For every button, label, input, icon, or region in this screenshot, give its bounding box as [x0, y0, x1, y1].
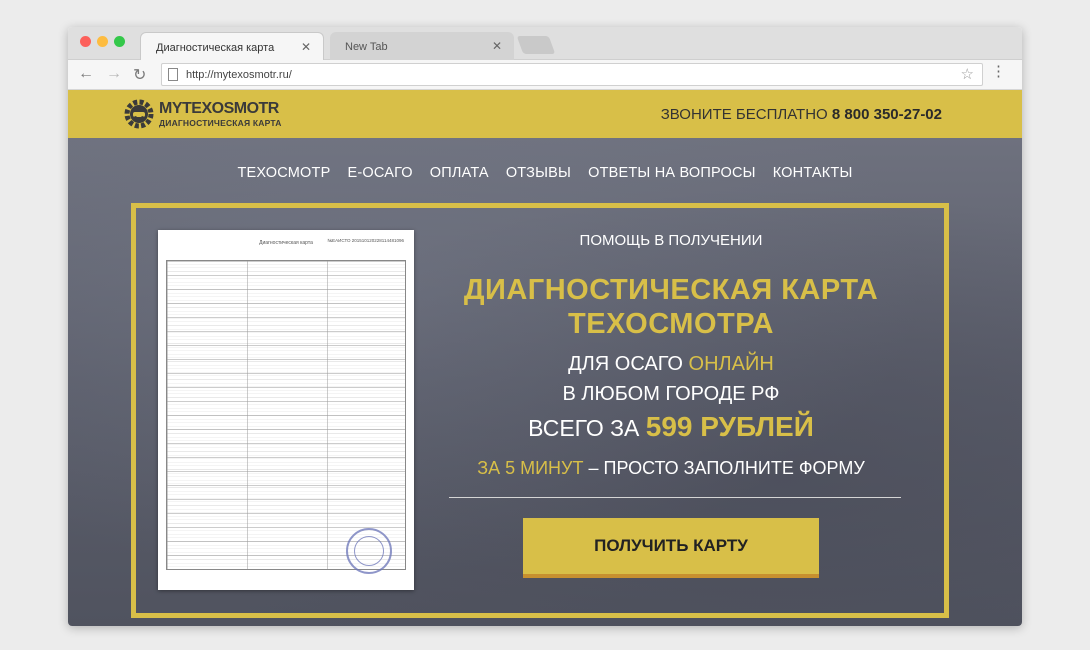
minimize-window-button[interactable]: [97, 36, 108, 47]
phone-label: ЗВОНИТЕ БЕСПЛАТНО: [660, 106, 828, 123]
price-prefix: ВСЕГО ЗА: [528, 415, 640, 441]
main-nav: ТЕХОСМОТР Е-ОСАГО ОПЛАТА ОТЗЫВЫ ОТВЕТЫ Н…: [68, 165, 1022, 181]
url-text[interactable]: http://mytexosmotr.ru/: [186, 69, 292, 81]
nav-item-e-osago[interactable]: Е-ОСАГО: [347, 165, 412, 181]
logo-title[interactable]: MYTEXOSMOTR: [159, 100, 279, 118]
browser-toolbar: ← → ↻ http://mytexosmotr.ru/ ☆ ⋮: [68, 60, 1022, 90]
logo-gear-icon[interactable]: [124, 99, 154, 129]
tab-label: New Tab: [345, 41, 388, 53]
tab-close-icon[interactable]: ✕: [492, 39, 502, 53]
hero-time-line: ЗА 5 МИНУТ – ПРОСТО ЗАПОЛНИТЕ ФОРМУ: [441, 458, 901, 479]
tab-new-tab[interactable]: New Tab ✕: [330, 32, 514, 60]
reload-icon[interactable]: ↻: [133, 65, 146, 85]
tab-diagnostic-card[interactable]: Диагностическая карта ✕: [140, 32, 324, 60]
price-highlight: 599 РУБЛЕЙ: [645, 411, 814, 442]
page-icon: [168, 68, 178, 81]
tab-label: Диагностическая карта: [156, 42, 275, 54]
hero-title-line2: ТЕХОСМОТРА: [568, 308, 774, 340]
hero-section: ТЕХОСМОТР Е-ОСАГО ОПЛАТА ОТЗЫВЫ ОТВЕТЫ Н…: [68, 138, 1022, 626]
time-suffix: – ПРОСТО ЗАПОЛНИТЕ ФОРМУ: [588, 458, 865, 478]
back-arrow-icon[interactable]: ←: [78, 65, 94, 83]
phone-info: ЗВОНИТЕ БЕСПЛАТНО 8 800 350-27-02: [661, 106, 942, 123]
time-highlight: ЗА 5 МИНУТ: [477, 458, 584, 478]
get-card-button[interactable]: ПОЛУЧИТЬ КАРТУ: [523, 518, 819, 578]
stamp-seal: [346, 528, 392, 574]
logo-subtitle: ДИАГНОСТИЧЕСКАЯ КАРТА: [159, 118, 282, 128]
browser-window: Диагностическая карта ✕ New Tab ✕ ← → ↻ …: [68, 27, 1022, 626]
maximize-window-button[interactable]: [114, 36, 125, 47]
hero-pretitle: ПОМОЩЬ В ПОЛУЧЕНИИ: [579, 232, 763, 249]
document-number: №ЕАИСТО 201510120228114481096: [327, 238, 404, 243]
tab-close-icon[interactable]: ✕: [301, 40, 311, 54]
hero-frame: №ЕАИСТО 201510120228114481096 Диагностич…: [131, 203, 949, 618]
phone-number[interactable]: 8 800 350-27-02: [832, 106, 942, 123]
browser-menu-icon[interactable]: ⋮: [991, 64, 1006, 79]
hero-price-line: ВСЕГО ЗА 599 РУБЛЕЙ: [441, 411, 901, 443]
nav-item-techosmotr[interactable]: ТЕХОСМОТР: [237, 165, 330, 181]
hero-divider: [449, 497, 901, 498]
hero-osago-line: ДЛЯ ОСАГО ОНЛАЙН: [441, 353, 901, 376]
document-table: [166, 260, 406, 570]
new-tab-button[interactable]: [516, 36, 556, 54]
diagnostic-card-image: №ЕАИСТО 201510120228114481096 Диагностич…: [158, 230, 414, 590]
website: MYTEXOSMOTR ДИАГНОСТИЧЕСКАЯ КАРТА ЗВОНИТ…: [68, 90, 1022, 626]
hero-title-line1: ДИАГНОСТИЧЕСКАЯ КАРТА: [463, 274, 879, 306]
nav-item-contacts[interactable]: КОНТАКТЫ: [773, 165, 853, 181]
site-header: MYTEXOSMOTR ДИАГНОСТИЧЕСКАЯ КАРТА ЗВОНИТ…: [68, 90, 1022, 138]
forward-arrow-icon[interactable]: →: [106, 65, 122, 83]
bookmark-star-icon[interactable]: ☆: [961, 65, 974, 83]
window-controls: [80, 36, 125, 47]
osago-prefix: ДЛЯ ОСАГО: [568, 353, 683, 375]
online-highlight: ОНЛАЙН: [688, 353, 774, 375]
hero-city-line: В ЛЮБОМ ГОРОДЕ РФ: [562, 383, 780, 405]
address-bar[interactable]: http://mytexosmotr.ru/ ☆: [161, 63, 983, 86]
nav-item-reviews[interactable]: ОТЗЫВЫ: [506, 165, 571, 181]
nav-item-payment[interactable]: ОПЛАТА: [430, 165, 489, 181]
close-window-button[interactable]: [80, 36, 91, 47]
nav-item-faq[interactable]: ОТВЕТЫ НА ВОПРОСЫ: [588, 165, 756, 181]
title-bar: Диагностическая карта ✕ New Tab ✕: [68, 27, 1022, 60]
